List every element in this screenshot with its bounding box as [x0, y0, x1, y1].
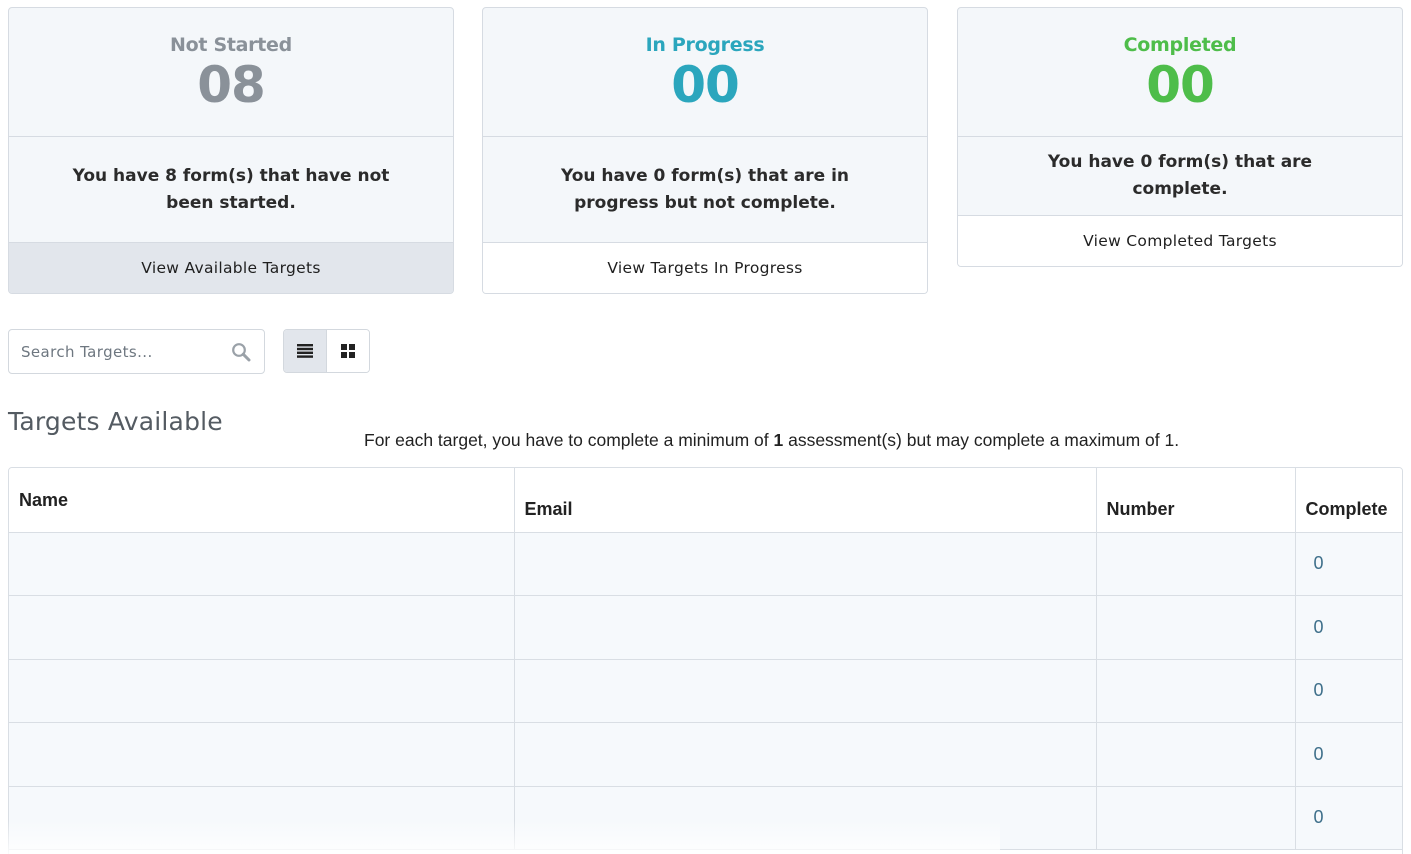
search-input[interactable]: [9, 330, 264, 373]
cell-name: [9, 532, 515, 596]
column-header-name[interactable]: Name: [9, 468, 515, 533]
instruction-text: For each target, you have to complete a …: [364, 430, 1179, 451]
cell-name: [9, 786, 515, 850]
grid-view-button[interactable]: [326, 330, 369, 372]
cell-email: [514, 659, 1097, 723]
cell-name: [9, 659, 515, 723]
cell-name: [9, 722, 515, 787]
cell-complete: 0: [1295, 595, 1402, 660]
card-count: 00: [671, 56, 740, 114]
cell-number: [1096, 532, 1296, 596]
card-header: Not Started 08: [9, 8, 453, 137]
card-in-progress: In Progress 00 You have 0 form(s) that a…: [482, 7, 928, 294]
column-header-complete[interactable]: Complete: [1295, 468, 1402, 533]
view-completed-targets-button[interactable]: View Completed Targets: [958, 215, 1402, 266]
cell-number: [1096, 659, 1296, 723]
table-row[interactable]: 0: [9, 786, 1402, 850]
card-message: You have 8 form(s) that have not been st…: [72, 165, 390, 213]
list-view-button[interactable]: [284, 330, 327, 372]
cell-complete: 0: [1295, 786, 1402, 850]
table-header-row: Name Email Number Complete: [9, 468, 1402, 533]
card-header: Completed 00: [958, 8, 1402, 137]
section-title: Targets Available: [8, 407, 223, 436]
instruction-pre: For each target, you have to complete a …: [364, 430, 774, 450]
card-count: 08: [197, 56, 266, 114]
column-header-number[interactable]: Number: [1096, 468, 1296, 533]
card-count: 00: [1146, 56, 1215, 114]
cell-email: [514, 786, 1097, 850]
cell-number: [1096, 786, 1296, 850]
view-targets-in-progress-button[interactable]: View Targets In Progress: [483, 242, 927, 293]
cell-email: [514, 532, 1097, 596]
card-label: Not Started: [170, 34, 292, 56]
targets-table: Name Email Number Complete 0 0 0 0 0: [8, 467, 1403, 854]
instruction-minimum: 1: [773, 430, 784, 450]
card-completed: Completed 00 You have 0 form(s) that are…: [957, 7, 1403, 267]
grid-view-icon: [340, 344, 355, 358]
cell-complete: 0: [1295, 532, 1402, 596]
card-header: In Progress 00: [483, 8, 927, 137]
table-row[interactable]: 0: [9, 659, 1402, 723]
table-row[interactable]: 0: [9, 532, 1402, 596]
search-icon[interactable]: [231, 342, 251, 362]
instruction-post: assessment(s) but may complete a maximum…: [783, 430, 1180, 450]
cell-number: [1096, 722, 1296, 787]
card-message: You have 0 form(s) that are in progress …: [560, 165, 850, 213]
table-row[interactable]: 0: [9, 722, 1402, 787]
cell-email: [514, 722, 1097, 787]
card-label: Completed: [1123, 34, 1237, 56]
column-header-email[interactable]: Email: [514, 468, 1097, 533]
cell-email: [514, 595, 1097, 660]
cell-complete: 0: [1295, 659, 1402, 723]
cell-name: [9, 595, 515, 660]
card-not-started: Not Started 08 You have 8 form(s) that h…: [8, 7, 454, 294]
cell-number: [1096, 595, 1296, 660]
view-available-targets-button[interactable]: View Available Targets: [9, 242, 453, 293]
card-label: In Progress: [645, 34, 765, 56]
view-toggle: [283, 329, 370, 373]
cell-complete: 0: [1295, 722, 1402, 787]
search-box: [8, 329, 265, 374]
list-view-icon: [296, 344, 313, 358]
table-row[interactable]: 0: [9, 595, 1402, 660]
card-message: You have 0 form(s) that are complete.: [1047, 152, 1313, 199]
targets-page: Not Started 08 You have 8 form(s) that h…: [0, 0, 1411, 854]
